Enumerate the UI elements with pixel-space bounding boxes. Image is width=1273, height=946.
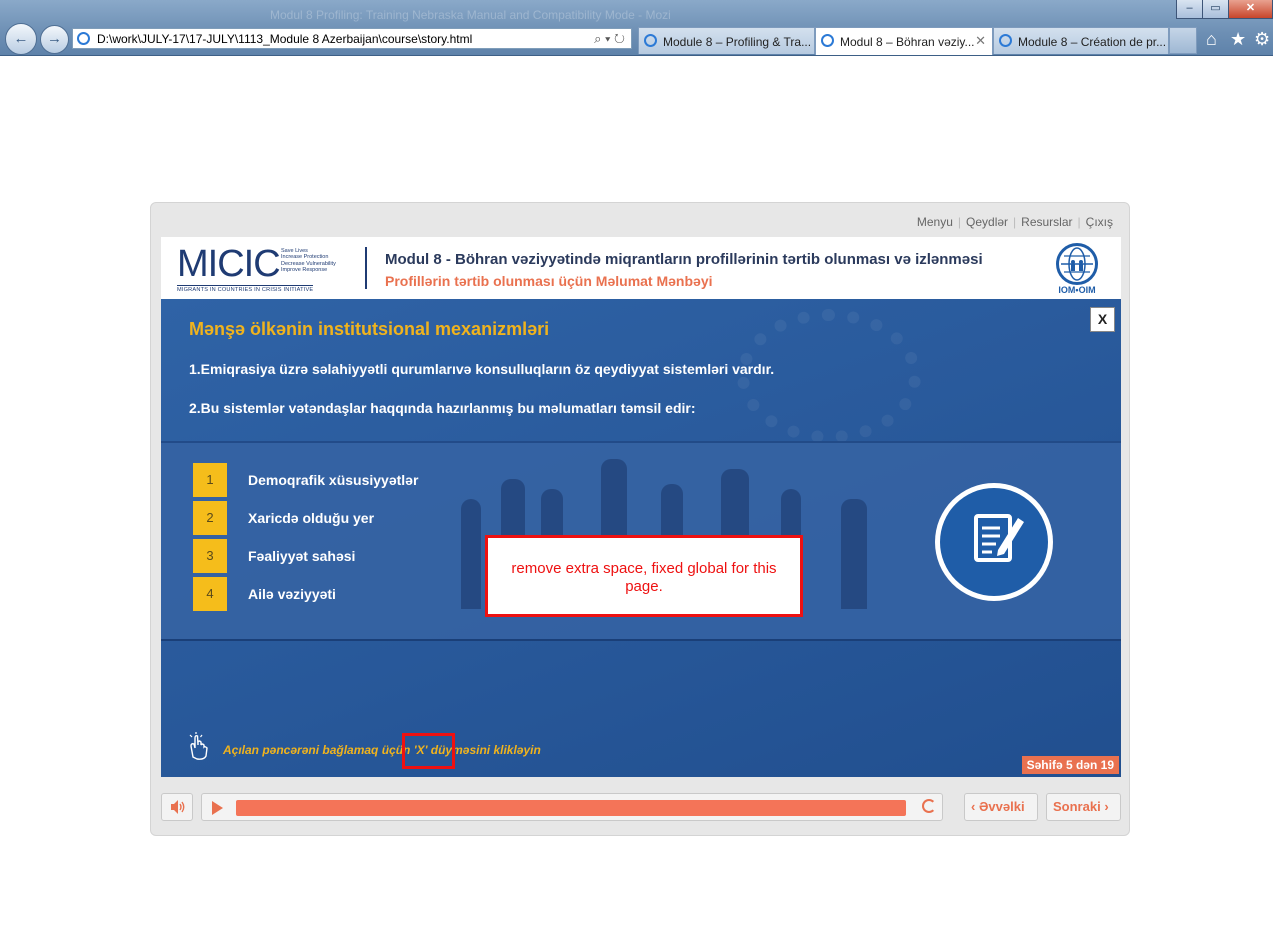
previous-label: Əvvəlki	[978, 799, 1025, 814]
previous-button[interactable]: ‹ Əvvəlki	[964, 793, 1038, 821]
back-button[interactable]: ←	[5, 23, 37, 55]
new-tab-button[interactable]	[1169, 27, 1197, 54]
tagline-line: Improve Response	[281, 267, 328, 274]
gear-icon[interactable]: ⚙	[1254, 29, 1270, 50]
annotation-text: remove extra space, fixed global for thi…	[511, 560, 777, 595]
course-player: Menyu | Qeydlər | Resurslar | Çıxış MICIC Save…	[150, 202, 1130, 836]
item-number: 4	[193, 577, 227, 611]
close-window-button[interactable]: ✕	[1228, 0, 1273, 19]
minimize-button[interactable]: –	[1176, 0, 1203, 19]
globe-icon	[1056, 243, 1098, 285]
window-title: Modul 8 Profiling: Training Nebraska Man…	[270, 8, 671, 22]
chevron-right-icon: ›	[1104, 799, 1109, 814]
document-edit-icon	[935, 483, 1053, 601]
favorites-star-icon[interactable]: ★	[1230, 29, 1246, 50]
seekbar[interactable]	[236, 800, 906, 816]
item-number: 2	[193, 501, 227, 535]
item-label: Demoqrafik xüsusiyyətlər	[248, 472, 419, 488]
iom-logo: IOM•OIM	[1049, 243, 1105, 295]
seekbar-container	[201, 793, 943, 821]
tab-label: Modul 8 – Böhran vəziy...	[840, 35, 975, 49]
logo-subtitle: MIGRANTS IN COUNTRIES IN CRISIS INITIATI…	[177, 285, 314, 293]
address-tools-icons[interactable]: ⌕ ▾ ↻	[594, 31, 625, 47]
browser-chrome: Modul 8 Profiling: Training Nebraska Man…	[0, 0, 1273, 56]
maximize-button[interactable]: ▭	[1202, 0, 1229, 19]
chevron-left-icon: ‹	[971, 799, 976, 814]
resources-link[interactable]: Resurslar	[1021, 215, 1072, 229]
tab-bohran[interactable]: Modul 8 – Böhran vəziy... ✕	[815, 27, 993, 55]
playback-controls: ‹ Əvvəlki Sonraki ›	[161, 789, 1121, 825]
slide-title: Mənşə ölkənin institutsional mexanizmlər…	[189, 319, 550, 339]
top-menu: Menyu | Qeydlər | Resurslar | Çıxış	[917, 215, 1113, 229]
menu-separator: |	[957, 215, 962, 229]
next-button[interactable]: Sonraki ›	[1046, 793, 1121, 821]
slide-area: Mənşə ölkənin institutsional mexanizmlər…	[161, 299, 1121, 777]
document-edit-icon-inner	[940, 488, 1048, 596]
menu-separator: |	[1013, 215, 1017, 229]
header-divider	[365, 247, 367, 289]
logo-main: MICIC	[177, 243, 281, 285]
annotation-highlight	[402, 733, 455, 769]
seekbar-progress	[236, 800, 906, 816]
play-icon[interactable]	[212, 801, 223, 815]
tab-label: Module 8 – Profiling & Tra...	[663, 35, 812, 49]
slide-line-1: 1.Emiqrasiya üzrə səlahiyyətli qurumları…	[189, 361, 775, 377]
ie-tab-icon	[999, 34, 1012, 47]
item-number: 1	[193, 463, 227, 497]
tab-label: Module 8 – Création de pr...	[1018, 35, 1167, 49]
menu-separator: |	[1077, 215, 1081, 229]
home-icon[interactable]: ⌂	[1206, 29, 1217, 50]
page-indicator: Səhifə 5 dən 19	[1021, 756, 1119, 774]
crowd-silhouette	[841, 499, 867, 609]
next-label: Sonraki	[1053, 799, 1101, 814]
tab-profiling[interactable]: Module 8 – Profiling & Tra...	[638, 27, 815, 54]
replay-icon[interactable]	[922, 799, 936, 813]
ie-page-icon	[77, 32, 90, 45]
menu-link[interactable]: Menyu	[917, 215, 953, 229]
micic-logo: MICIC Save Lives Increase Protection Dec…	[177, 243, 347, 293]
crowd-silhouette	[461, 499, 481, 609]
close-popup-button[interactable]: X	[1090, 307, 1115, 332]
tab-creation[interactable]: Module 8 – Création de pr...	[993, 27, 1169, 54]
close-hint: Açılan pəncərəni bağlamaq üçün 'X' düymə…	[223, 743, 541, 757]
ie-tab-icon	[821, 34, 834, 47]
address-url[interactable]: D:\work\JULY-17\17-JULY\1113_Module 8 Az…	[97, 32, 472, 46]
item-label: Xaricdə olduğu yer	[248, 510, 375, 526]
speaker-icon	[171, 800, 185, 814]
review-annotation: remove extra space, fixed global for thi…	[485, 535, 803, 617]
slide-line-2: 2.Bu sistemlər vətəndaşlar haqqında hazı…	[189, 400, 696, 416]
logo-tagline: Save Lives Increase Protection Decrease …	[281, 248, 351, 274]
course-title: Modul 8 - Böhran vəziyyətində miqrantlar…	[385, 251, 983, 268]
iom-label: IOM•OIM	[1058, 285, 1096, 295]
volume-button[interactable]	[161, 793, 193, 821]
exit-link[interactable]: Çıxış	[1086, 215, 1113, 229]
item-label: Ailə vəziyyəti	[248, 586, 336, 602]
notes-link[interactable]: Qeydlər	[966, 215, 1008, 229]
item-number: 3	[193, 539, 227, 573]
address-bar[interactable]: D:\work\JULY-17\17-JULY\1113_Module 8 Az…	[72, 28, 632, 49]
tab-close-icon[interactable]: ✕	[975, 33, 986, 49]
forward-button[interactable]: →	[40, 25, 69, 54]
course-subtitle: Profillərin tərtib olunması üçün Məlumat…	[385, 273, 713, 289]
hand-pointer-icon	[183, 731, 213, 761]
ie-tab-icon	[644, 34, 657, 47]
course-header: MICIC Save Lives Increase Protection Dec…	[161, 237, 1121, 299]
item-label: Fəaliyyət sahəsi	[248, 548, 356, 564]
